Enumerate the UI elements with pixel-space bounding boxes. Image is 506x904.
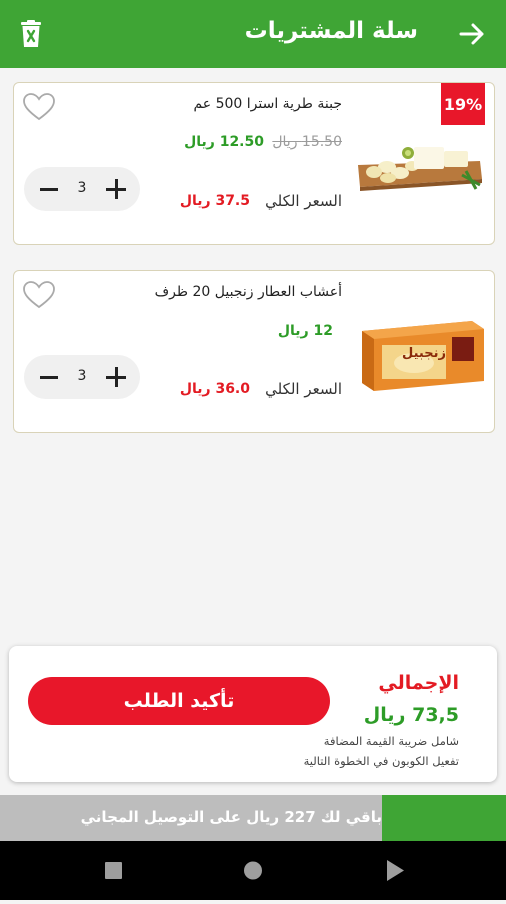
total-label: الإجمالي (378, 672, 459, 694)
increase-quantity-button[interactable] (106, 179, 126, 199)
decrease-quantity-button[interactable] (40, 376, 58, 379)
home-button[interactable] (223, 841, 283, 900)
heart-icon[interactable] (22, 280, 56, 310)
total-value: 73,5 ريال (363, 704, 459, 726)
confirm-order-button[interactable]: تأكيد الطلب (28, 677, 330, 725)
total-price-label: السعر الكلي (265, 380, 342, 398)
product-name: جبنة طرية استرا 500 عم (193, 96, 342, 112)
delete-cart-icon[interactable] (20, 20, 42, 48)
unit-price: 12 ريال (277, 323, 333, 339)
total-price-label: السعر الكلي (265, 192, 342, 210)
quantity-stepper: 3 (24, 355, 140, 399)
product-name: أعشاب العطار زنجبيل 20 ظرف (154, 284, 342, 300)
cart-item: 19% جبنة طرية استرا 500 عم 15.50 ريال 12… (13, 82, 495, 245)
product-image: زنجبيل (360, 317, 486, 393)
free-delivery-text: باقي لك 227 ريال على التوصيل المجاني (80, 808, 382, 826)
decrease-quantity-button[interactable] (40, 188, 58, 191)
back-button[interactable] (366, 841, 426, 900)
unit-price: 12.50 ريال (184, 134, 264, 150)
coupon-note: تفعيل الكوبون في الخطوة التالية (303, 754, 459, 768)
heart-icon[interactable] (22, 92, 56, 122)
page-title: سلة المشتريات (244, 18, 418, 44)
cart-item: زنجبيل أعشاب العطار زنجبيل 20 ظرف 12 ريا… (13, 270, 495, 433)
old-price: 15.50 ريال (272, 134, 342, 150)
total-price-value: 37.5 ريال (179, 193, 250, 209)
free-delivery-banner: باقي لك 227 ريال على التوصيل المجاني (0, 795, 506, 841)
system-navigation-bar (0, 841, 506, 900)
increase-quantity-button[interactable] (106, 367, 126, 387)
recent-apps-button[interactable] (84, 841, 144, 900)
product-image (352, 135, 486, 197)
product-image-label: زنجبيل (402, 346, 446, 361)
quantity-stepper: 3 (24, 167, 140, 211)
arrow-forward-icon[interactable] (458, 20, 486, 48)
quantity-value: 3 (77, 368, 87, 384)
delivery-progress-fill (382, 795, 506, 841)
quantity-value: 3 (77, 180, 87, 196)
discount-badge: 19% (441, 83, 485, 125)
app-bar: سلة المشتريات (0, 0, 506, 68)
vat-note: شامل ضريبة القيمة المضافة (323, 734, 459, 748)
total-price-value: 36.0 ريال (179, 381, 250, 397)
order-summary: تأكيد الطلب الإجمالي 73,5 ريال شامل ضريب… (9, 646, 497, 782)
